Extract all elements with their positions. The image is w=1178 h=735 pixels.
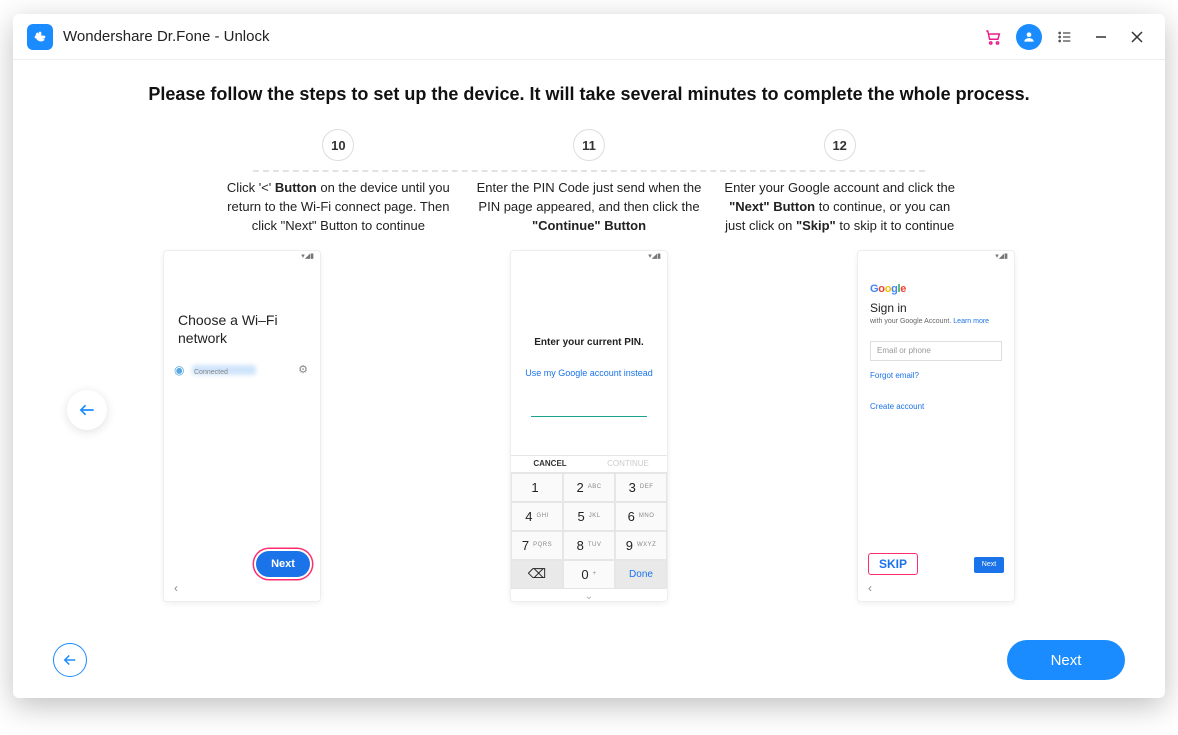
device-back-icon: ‹ <box>174 581 178 595</box>
status-bar-icon: ▾◢▮ <box>511 251 667 259</box>
google-logo: Google <box>870 283 1002 295</box>
step-10: 10 Click '<' Button on the device until … <box>213 129 464 236</box>
device-next-button-highlight: Next <box>256 551 310 577</box>
cart-icon[interactable] <box>975 19 1011 55</box>
back-button[interactable] <box>53 643 87 677</box>
minimize-button[interactable] <box>1083 19 1119 55</box>
gear-icon: ⚙ <box>298 363 308 376</box>
wifi-status: Connected <box>194 369 228 376</box>
signin-title: Sign in <box>870 301 1002 315</box>
use-google-link: Use my Google account instead <box>511 368 667 378</box>
done-key: Done <box>615 560 667 589</box>
next-button[interactable]: Next <box>1007 640 1125 680</box>
step-badge: 12 <box>824 129 856 161</box>
device-screenshot-google: ▾◢▮ Google Sign in with your Google Acco… <box>857 250 1015 602</box>
close-button[interactable] <box>1119 19 1155 55</box>
step-12: 12 Enter your Google account and click t… <box>714 129 965 236</box>
signin-subtitle: with your Google Account. Learn more <box>870 318 1002 325</box>
hint-back-arrow-icon[interactable] <box>67 390 107 430</box>
step-badge: 10 <box>322 129 354 161</box>
device-skip-button-highlight: SKIP <box>868 553 918 575</box>
chevron-down-icon: ⌄ <box>511 589 667 602</box>
step-description: Enter your Google account and click the … <box>714 179 965 236</box>
email-field: Email or phone <box>870 341 1002 361</box>
device-screenshot-wifi: ▾◢▮ Choose a Wi–Fi network ◉ ⚙ Connected… <box>163 250 321 602</box>
main-content: Please follow the steps to set up the de… <box>13 60 1165 698</box>
device-screenshot-pin: ▾◢▮ Enter your current PIN. Use my Googl… <box>510 250 668 602</box>
device-back-icon: ‹ <box>868 581 872 595</box>
page-heading: Please follow the steps to set up the de… <box>13 84 1165 105</box>
device-next-small: Next <box>974 557 1004 573</box>
app-window: Wondershare Dr.Fone - Unlock Please foll… <box>13 14 1165 698</box>
continue-label: CONTINUE <box>589 456 667 472</box>
create-account-link: Create account <box>870 402 1002 411</box>
titlebar: Wondershare Dr.Fone - Unlock <box>13 14 1165 60</box>
pin-input-line <box>531 416 647 417</box>
footer-nav: Next <box>13 622 1165 698</box>
wifi-network-row: ◉ ⚙ Connected <box>164 347 320 377</box>
step-badge: 11 <box>573 129 605 161</box>
pin-title: Enter your current PIN. <box>511 259 667 348</box>
pin-actions: CANCEL CONTINUE <box>511 455 667 473</box>
menu-list-icon[interactable] <box>1047 19 1083 55</box>
forgot-email-link: Forgot email? <box>870 371 1002 380</box>
step-description: Enter the PIN Code just send when the PI… <box>464 179 715 236</box>
keypad: 1 2ABC 3DEF 4GHI 5JKL 6MNO 7PQRS 8TUV 9W… <box>511 473 667 589</box>
profile-icon[interactable] <box>1011 19 1047 55</box>
app-logo-icon <box>27 24 53 50</box>
window-title: Wondershare Dr.Fone - Unlock <box>63 28 269 45</box>
wifi-icon: ◉ <box>174 363 184 377</box>
step-description: Click '<' Button on the device until you… <box>213 179 464 236</box>
step-11: 11 Enter the PIN Code just send when the… <box>464 129 715 236</box>
status-bar-icon: ▾◢▮ <box>858 251 1014 259</box>
wifi-title: Choose a Wi–Fi network <box>164 259 320 347</box>
status-bar-icon: ▾◢▮ <box>164 251 320 259</box>
backspace-icon: ⌫ <box>511 560 563 589</box>
cancel-label: CANCEL <box>511 456 589 472</box>
